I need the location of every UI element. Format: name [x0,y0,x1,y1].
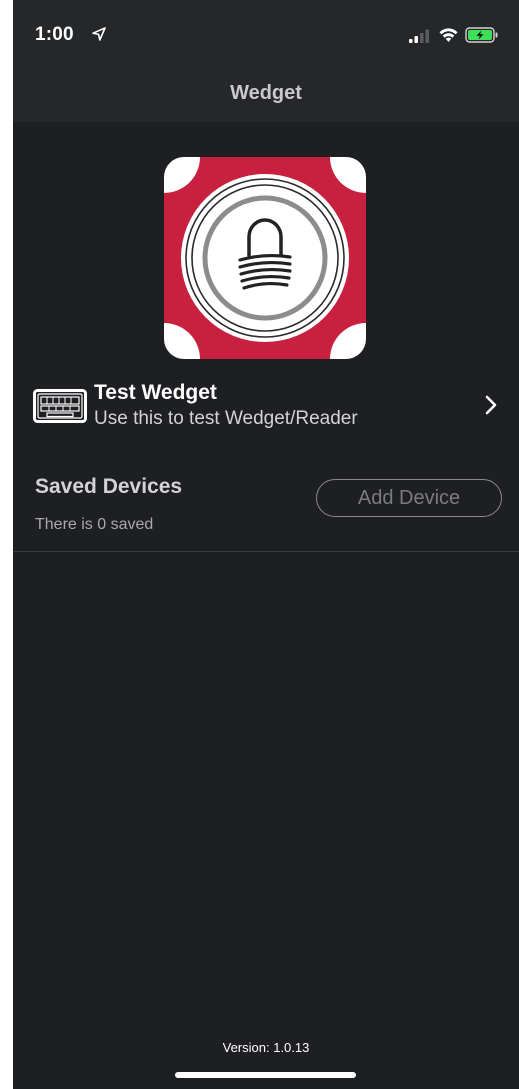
keyboard-icon [33,389,87,423]
location-arrow-icon [92,27,106,41]
section-divider [13,551,519,552]
wifi-icon [439,28,458,42]
add-device-button[interactable]: Add Device [316,479,502,517]
page-title: Wedget [230,82,302,104]
cellular-signal-icon [409,29,429,43]
chevron-right-icon [485,395,497,415]
test-wedget-row[interactable]: Test Wedget Use this to test Wedget/Read… [13,375,519,435]
home-indicator[interactable] [175,1072,356,1078]
version-label: Version: 1.0.13 [222,1040,310,1055]
test-wedget-title: Test Wedget [94,381,217,404]
status-bar: 1:00 [13,0,519,68]
phone-screen: 1:00 Wedget Test Wedget Use this to test… [13,0,519,1089]
saved-devices-heading: Saved Devices [35,475,183,498]
battery-charging-icon [465,27,498,43]
status-time: 1:00 [35,24,74,45]
saved-devices-count: There is 0 saved [35,516,154,533]
test-wedget-subtitle: Use this to test Wedget/Reader [94,408,358,429]
wedget-lock-logo-icon [164,157,366,359]
navigation-bar: Wedget [13,68,519,122]
